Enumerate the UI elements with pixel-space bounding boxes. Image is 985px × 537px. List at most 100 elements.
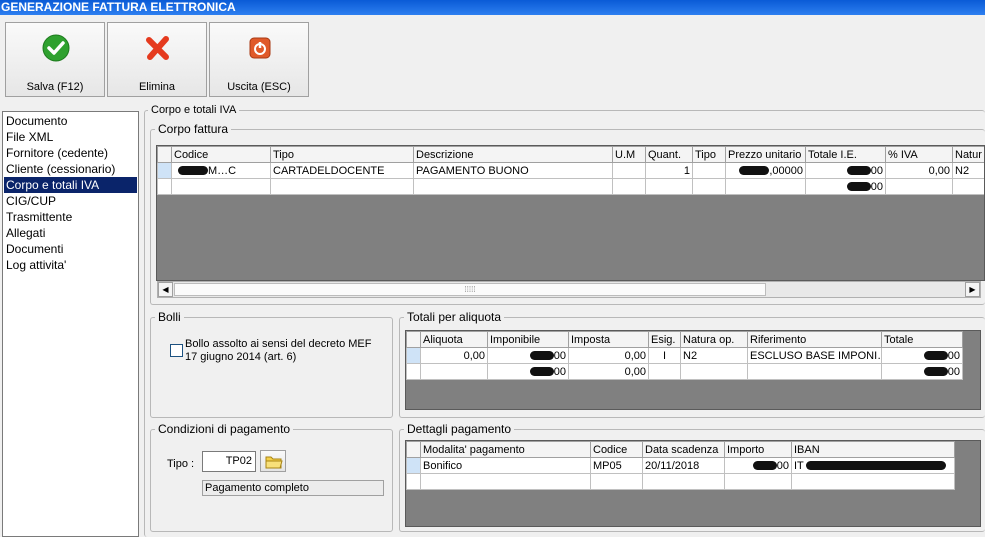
nav-item-allegati[interactable]: Allegati bbox=[4, 225, 137, 241]
col-totale-ie[interactable]: Totale I.E. bbox=[805, 146, 886, 163]
cell-iban[interactable] bbox=[791, 473, 955, 490]
col-prezzo-unitario[interactable]: Prezzo unitario bbox=[725, 146, 806, 163]
exit-button[interactable]: Uscita (ESC) bbox=[209, 22, 309, 97]
bollo-checkbox[interactable] bbox=[170, 344, 183, 357]
cell-descrizione[interactable]: PAGAMENTO BUONO bbox=[413, 162, 613, 179]
nav-item-fornitore[interactable]: Fornitore (cedente) bbox=[4, 145, 137, 161]
nav-item-corpo-totali-iva[interactable]: Corpo e totali IVA bbox=[4, 177, 137, 193]
corpo-grid[interactable]: Codice Tipo Descrizione U.M Quant. Tipo … bbox=[156, 145, 985, 281]
cell-um[interactable] bbox=[612, 178, 646, 195]
scroll-thumb[interactable]: ⁞⁞⁞⁞⁞ bbox=[174, 283, 766, 296]
table-row[interactable]: M…C CARTADELDOCENTE PAGAMENTO BUONO 1 ,0… bbox=[157, 162, 984, 179]
cell-codice[interactable] bbox=[590, 473, 643, 490]
col-riferimento[interactable]: Riferimento bbox=[747, 331, 882, 348]
col-importo[interactable]: Importo bbox=[724, 441, 792, 458]
nav-item-documenti[interactable]: Documenti bbox=[4, 241, 137, 257]
cell-imponibile[interactable]: 00 bbox=[487, 363, 569, 380]
cell-riferimento[interactable]: ESCLUSO BASE IMPONI… bbox=[747, 347, 882, 364]
nav-item-cliente[interactable]: Cliente (cessionario) bbox=[4, 161, 137, 177]
col-tipo[interactable]: Tipo bbox=[270, 146, 414, 163]
cell-iva[interactable]: 0,00 bbox=[885, 162, 953, 179]
table-row[interactable]: 00 bbox=[157, 178, 984, 195]
nav-item-cig-cup[interactable]: CIG/CUP bbox=[4, 193, 137, 209]
cell-tipo[interactable]: CARTADELDOCENTE bbox=[270, 162, 414, 179]
col-codice[interactable]: Codice bbox=[171, 146, 271, 163]
cell-data-scadenza[interactable] bbox=[642, 473, 725, 490]
cell-aliquota[interactable] bbox=[420, 363, 488, 380]
cell-iban[interactable]: IT bbox=[791, 457, 955, 474]
cell-importo[interactable]: 00 bbox=[724, 457, 792, 474]
col-esig[interactable]: Esig. bbox=[648, 331, 681, 348]
cell-totale-ie[interactable]: 00 bbox=[805, 162, 886, 179]
cell-descrizione[interactable] bbox=[413, 178, 613, 195]
col-iban[interactable]: IBAN bbox=[791, 441, 955, 458]
nav-item-documento[interactable]: Documento bbox=[4, 113, 137, 129]
cell-um[interactable] bbox=[612, 162, 646, 179]
save-button[interactable]: Salva (F12) bbox=[5, 22, 105, 97]
cell-codice[interactable]: MP05 bbox=[590, 457, 643, 474]
redaction-mark bbox=[846, 166, 871, 176]
cell-esig[interactable] bbox=[648, 363, 681, 380]
cell-esig[interactable]: I bbox=[648, 347, 681, 364]
col-imponibile[interactable]: Imponibile bbox=[487, 331, 569, 348]
cell-codice[interactable] bbox=[171, 178, 271, 195]
nav-item-file-xml[interactable]: File XML bbox=[4, 129, 137, 145]
tipo-label: Tipo : bbox=[167, 458, 195, 470]
col-quant[interactable]: Quant. bbox=[645, 146, 693, 163]
cell-aliquota[interactable]: 0,00 bbox=[420, 347, 488, 364]
tipo-pagamento-field[interactable]: TP02 bbox=[202, 451, 256, 472]
nav-item-log-attivita[interactable]: Log attivita' bbox=[4, 257, 137, 273]
cell-prezzo-unitario[interactable]: ,00000 bbox=[725, 162, 806, 179]
col-iva[interactable]: % IVA bbox=[885, 146, 953, 163]
col-totale[interactable]: Totale bbox=[881, 331, 963, 348]
cell-imposta[interactable]: 0,00 bbox=[568, 363, 649, 380]
cell-importo[interactable] bbox=[724, 473, 792, 490]
col-tipo-2[interactable]: Tipo bbox=[692, 146, 726, 163]
col-natura[interactable]: Natur bbox=[952, 146, 984, 163]
table-row[interactable]: Bonifico MP05 20/11/2018 00 IT bbox=[406, 457, 955, 474]
table-row[interactable]: 00 0,00 00 bbox=[406, 363, 963, 380]
cell-totale[interactable]: 00 bbox=[881, 347, 963, 364]
row-indicator bbox=[406, 363, 421, 380]
totali-grid[interactable]: Aliquota Imponibile Imposta Esig. Natura… bbox=[405, 330, 981, 410]
cell-prezzo-unitario[interactable] bbox=[725, 178, 806, 195]
col-natura-op[interactable]: Natura op. bbox=[680, 331, 748, 348]
cell-natura-op[interactable]: N2 bbox=[680, 347, 748, 364]
table-row[interactable] bbox=[406, 473, 955, 490]
cell-natura[interactable]: N2 bbox=[952, 162, 984, 179]
col-descrizione[interactable]: Descrizione bbox=[413, 146, 613, 163]
cell-modalita[interactable] bbox=[420, 473, 591, 490]
col-aliquota[interactable]: Aliquota bbox=[420, 331, 488, 348]
col-modalita-pagamento[interactable]: Modalita' pagamento bbox=[420, 441, 591, 458]
col-um[interactable]: U.M bbox=[612, 146, 646, 163]
row-indicator-header bbox=[406, 331, 421, 348]
col-data-scadenza[interactable]: Data scadenza bbox=[642, 441, 725, 458]
scroll-right-icon[interactable]: ▶ bbox=[965, 282, 980, 297]
cell-modalita[interactable]: Bonifico bbox=[420, 457, 591, 474]
cell-natura[interactable] bbox=[952, 178, 984, 195]
nav-item-trasmittente[interactable]: Trasmittente bbox=[4, 209, 137, 225]
cell-riferimento[interactable] bbox=[747, 363, 882, 380]
cell-imponibile[interactable]: 00 bbox=[487, 347, 569, 364]
cell-natura-op[interactable] bbox=[680, 363, 748, 380]
cell-totale-ie[interactable]: 00 bbox=[805, 178, 886, 195]
delete-button[interactable]: Elimina bbox=[107, 22, 207, 97]
dettagli-title: Dettagli pagamento bbox=[404, 422, 515, 436]
cell-quant[interactable] bbox=[645, 178, 693, 195]
col-codice[interactable]: Codice bbox=[590, 441, 643, 458]
cell-iva[interactable] bbox=[885, 178, 953, 195]
cell-quant[interactable]: 1 bbox=[645, 162, 693, 179]
table-row[interactable]: 0,00 00 0,00 I N2 ESCLUSO BASE IMPONI… 0… bbox=[406, 347, 963, 364]
scroll-left-icon[interactable]: ◀ bbox=[158, 282, 173, 297]
cell-data-scadenza[interactable]: 20/11/2018 bbox=[642, 457, 725, 474]
cell-tipo-2[interactable] bbox=[692, 162, 726, 179]
dettagli-grid[interactable]: Modalita' pagamento Codice Data scadenza… bbox=[405, 440, 981, 527]
corpo-hscrollbar[interactable]: ◀ ⁞⁞⁞⁞⁞ ▶ bbox=[157, 281, 981, 298]
cell-imposta[interactable]: 0,00 bbox=[568, 347, 649, 364]
col-imposta[interactable]: Imposta bbox=[568, 331, 649, 348]
cell-codice[interactable]: M…C bbox=[171, 162, 271, 179]
browse-button[interactable] bbox=[260, 450, 286, 472]
cell-tipo[interactable] bbox=[270, 178, 414, 195]
cell-totale[interactable]: 00 bbox=[881, 363, 963, 380]
cell-tipo-2[interactable] bbox=[692, 178, 726, 195]
